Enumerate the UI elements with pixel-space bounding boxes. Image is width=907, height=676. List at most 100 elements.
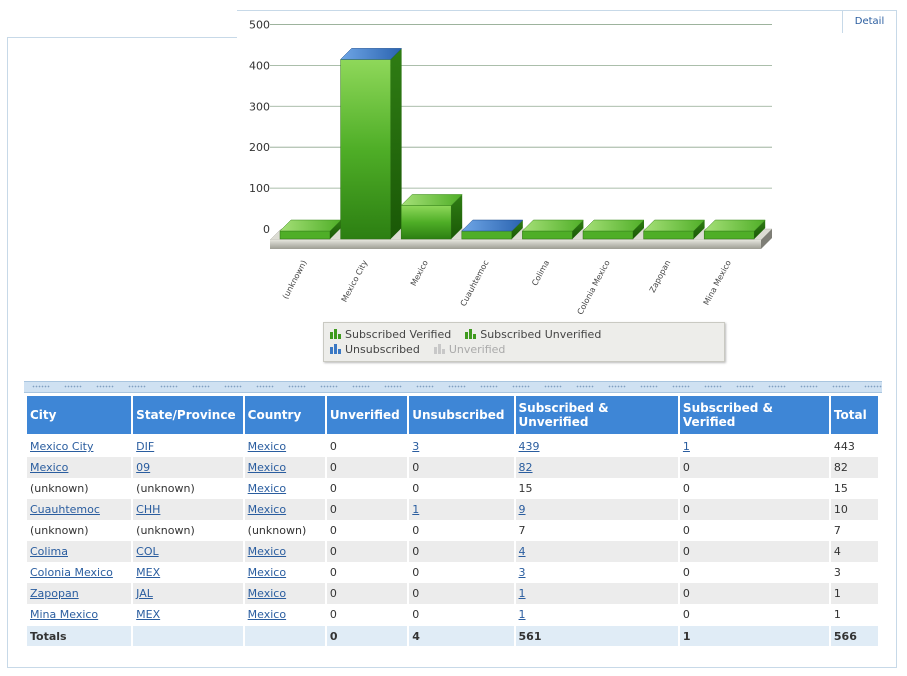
legend-label: Unsubscribed	[345, 343, 420, 356]
column-header[interactable]: Unverified	[326, 396, 408, 436]
table-cell: 82	[830, 457, 878, 478]
cell-link[interactable]: Mexico	[248, 608, 286, 621]
table-cell[interactable]: Mexico	[27, 457, 132, 478]
table-cell[interactable]: Mexico	[244, 583, 325, 604]
table-cell[interactable]: Colonia Mexico	[27, 562, 131, 583]
cell-link[interactable]: Mexico	[248, 482, 286, 495]
column-header[interactable]: City	[27, 396, 132, 436]
legend-item: Subscribed Unverified	[465, 327, 601, 342]
grip-dots	[608, 385, 626, 388]
table-cell: 0	[682, 566, 690, 579]
cell-link[interactable]: Colima	[30, 545, 68, 558]
table-cell: 4	[830, 541, 878, 562]
table-cell[interactable]: 82	[515, 457, 678, 478]
column-header[interactable]: Subscribed & Verified	[679, 396, 829, 436]
cell-link[interactable]: 1	[412, 503, 419, 516]
table-cell[interactable]: MEX	[133, 562, 243, 583]
totals-cell	[133, 625, 243, 646]
table-cell[interactable]: 1	[515, 583, 678, 604]
column-header[interactable]: Subscribed & Unverified	[515, 396, 678, 436]
cell-link[interactable]: 09	[136, 461, 150, 474]
cell-link[interactable]: Mina Mexico	[30, 608, 98, 621]
cell-link[interactable]: DIF	[136, 440, 154, 453]
cell-link[interactable]: Zapopan	[30, 587, 79, 600]
cell-link[interactable]: Mexico	[248, 587, 286, 600]
totals-cell: 1	[679, 625, 829, 646]
cell-link[interactable]: Colonia Mexico	[30, 566, 113, 579]
cell-link[interactable]: 1	[519, 587, 526, 600]
cell-link[interactable]: Mexico	[248, 545, 286, 558]
cell-link[interactable]: Mexico	[248, 461, 286, 474]
cell-link[interactable]: MEX	[136, 566, 160, 579]
table-cell[interactable]: Mexico	[244, 457, 325, 478]
table-cell: 0	[679, 499, 829, 520]
table-cell[interactable]: 1	[516, 604, 678, 625]
table-cell: 0	[412, 566, 420, 579]
cell-link[interactable]: 3	[519, 566, 526, 579]
table-cell: 7	[518, 524, 526, 537]
bar-front	[340, 59, 391, 240]
totals-cell: 0	[326, 625, 408, 646]
grip-dots	[288, 385, 306, 388]
table-cell[interactable]: Mexico	[245, 562, 325, 583]
table-cell[interactable]: 3	[409, 436, 513, 457]
cell-link[interactable]: COL	[136, 545, 158, 558]
table-cell: 0	[326, 457, 408, 478]
cell-link[interactable]: 3	[412, 440, 419, 453]
cell-link[interactable]: 82	[519, 461, 533, 474]
table-cell[interactable]: 4	[515, 541, 678, 562]
table-cell[interactable]: 9	[515, 499, 678, 520]
column-header[interactable]: Total	[830, 396, 878, 436]
table-cell[interactable]: 1	[680, 436, 829, 457]
table-cell[interactable]: Mexico City	[27, 436, 131, 457]
cell-link[interactable]: 4	[519, 545, 526, 558]
table-cell[interactable]: JAL	[133, 583, 243, 604]
column-header[interactable]: State/Province	[133, 396, 243, 436]
totals-cell	[244, 625, 325, 646]
column-header[interactable]: Country	[244, 396, 325, 436]
table-cell[interactable]: DIF	[133, 436, 243, 457]
table-cell[interactable]: Mexico	[244, 541, 325, 562]
column-header[interactable]: Unsubscribed	[409, 396, 514, 436]
table-cell[interactable]: 1	[409, 499, 514, 520]
cell-link[interactable]: CHH	[136, 503, 160, 516]
bar-cuauhtemoc	[461, 219, 524, 240]
cell-link[interactable]: JAL	[136, 587, 153, 600]
table-cell[interactable]: Cuauhtemoc	[27, 499, 132, 520]
cell-link[interactable]: Mexico	[248, 566, 286, 579]
grip-dots	[192, 385, 210, 388]
table-resize-handle[interactable]	[24, 381, 882, 393]
table-cell[interactable]: Mexico	[245, 436, 325, 457]
cell-link[interactable]: 1	[683, 440, 690, 453]
cell-link[interactable]: Mexico	[30, 461, 68, 474]
table-cell[interactable]: Mexico	[245, 478, 325, 499]
cell-link[interactable]: 1	[519, 608, 526, 621]
table-cell[interactable]: Mexico	[245, 604, 325, 625]
cell-link[interactable]: 439	[519, 440, 540, 453]
grip-dots	[384, 385, 402, 388]
cell-link[interactable]: Mexico City	[30, 440, 93, 453]
cell-link[interactable]: MEX	[136, 608, 160, 621]
table-cell[interactable]: 3	[516, 562, 678, 583]
table-cell[interactable]: Zapopan	[27, 583, 132, 604]
table-cell[interactable]: Mina Mexico	[27, 604, 131, 625]
table-cell[interactable]: 439	[516, 436, 678, 457]
grip-dots	[32, 385, 50, 388]
table-cell[interactable]: MEX	[133, 604, 243, 625]
table-cell[interactable]: Colima	[27, 541, 132, 562]
table-cell[interactable]: COL	[133, 541, 243, 562]
bar-colima	[521, 219, 585, 240]
cell-link[interactable]: Mexico	[248, 440, 286, 453]
table-cell: 0	[409, 457, 514, 478]
table-cell[interactable]: Mexico	[244, 499, 325, 520]
table-cell: 0	[326, 583, 408, 604]
y-tick-label: 300	[249, 100, 270, 113]
table-cell[interactable]: 09	[133, 457, 243, 478]
cell-link[interactable]: Cuauhtemoc	[30, 503, 100, 516]
table-cell[interactable]: CHH	[133, 499, 243, 520]
grip-dots	[96, 385, 114, 388]
bar-front	[582, 230, 634, 240]
bar-front	[279, 230, 331, 240]
cell-link[interactable]: 9	[519, 503, 526, 516]
cell-link[interactable]: Mexico	[248, 503, 286, 516]
